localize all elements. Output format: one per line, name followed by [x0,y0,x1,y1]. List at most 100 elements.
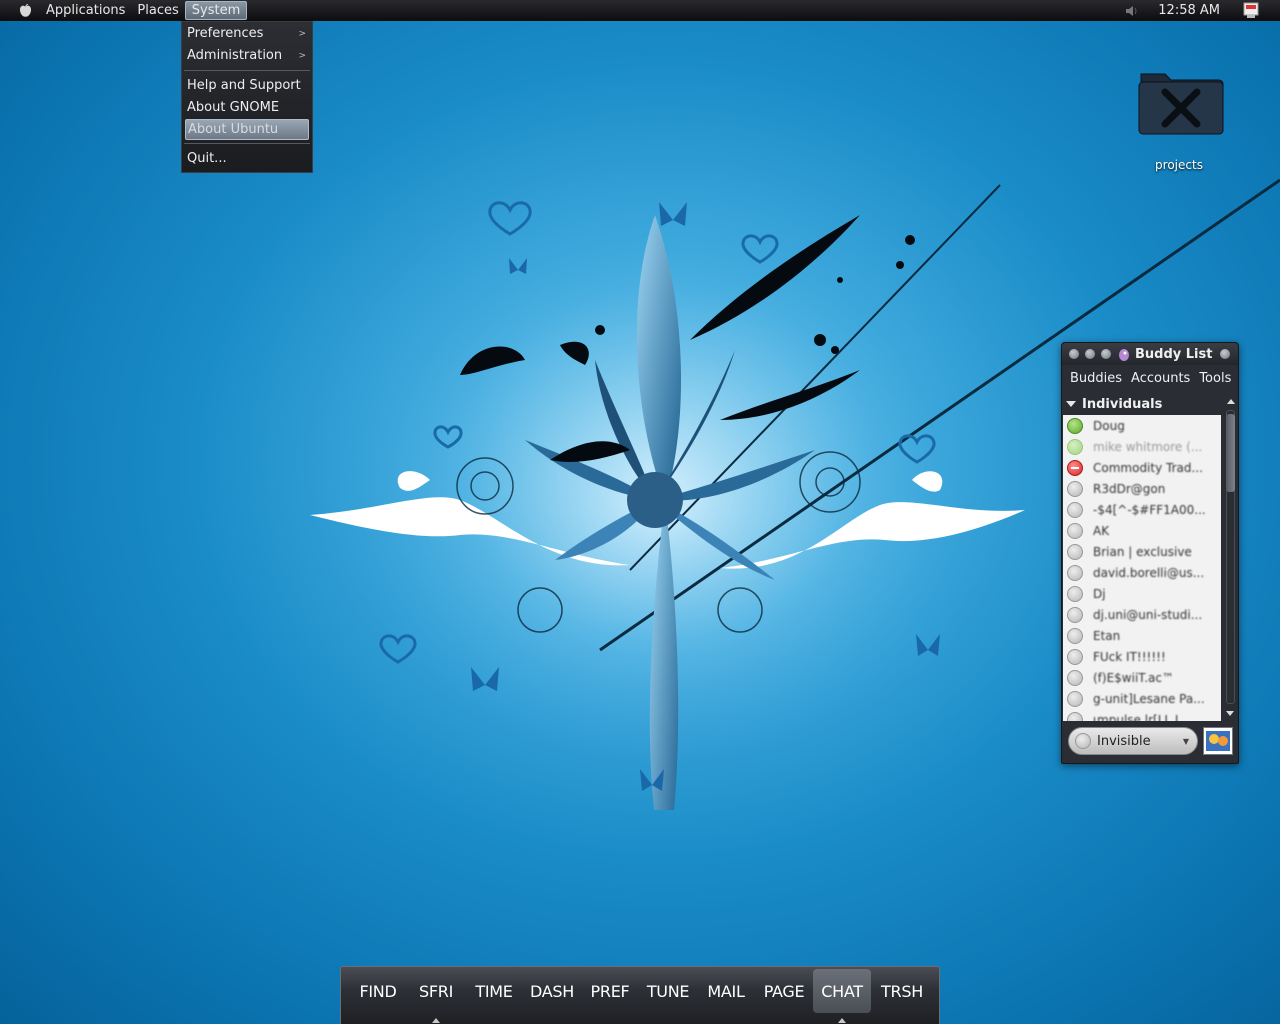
buddy-list: Doug mike whitmore (... Commodity Trad..… [1063,415,1221,721]
dock-item-sfri[interactable]: SFRI [407,969,465,1023]
status-available-icon [1067,417,1083,434]
menu-item-about-gnome[interactable]: About GNOME [182,97,312,119]
avatar-icon [1206,731,1230,751]
system-menu: Preferences > Administration > Help and … [181,21,313,173]
dock-item-pref[interactable]: PREF [581,969,639,1013]
dock: FIND SFRI TIME DASH PREF TUNE MAIL PAGE … [340,966,940,1024]
close-button[interactable] [1220,349,1230,359]
buddy-row[interactable]: FUck IT!!!!!! [1063,646,1221,667]
dock-item-chat[interactable]: CHAT [813,969,871,1023]
menu-places[interactable]: Places [131,2,184,19]
buddy-row[interactable]: (f)E$wiiT.ac™ [1063,667,1221,688]
menu-system[interactable]: System [184,1,248,20]
user-switch-icon[interactable] [1242,2,1260,20]
scroll-thumb[interactable] [1226,414,1235,492]
dock-item-dash[interactable]: DASH [523,969,581,1013]
menu-applications[interactable]: Applications [40,2,131,19]
buddy-row[interactable]: dj.uni@uni-studi... [1063,604,1221,625]
title-bar[interactable]: Buddy List [1062,343,1238,365]
buddy-name: Brian | exclusive [1093,544,1192,559]
menu-separator [184,143,310,144]
ubuntu-logo-icon[interactable] [16,2,34,20]
buddy-row[interactable]: -$4[^-$#FF1A00... [1063,499,1221,520]
pidgin-icon [1119,349,1129,361]
clock[interactable]: 12:58 AM [1158,3,1220,18]
status-offline-icon [1067,501,1083,518]
buddy-row[interactable]: Dj [1063,583,1221,604]
buddy-row[interactable]: Commodity Trad... [1063,457,1221,478]
buddy-row[interactable]: Etan [1063,625,1221,646]
dock-item-time[interactable]: TIME [465,969,523,1013]
dock-item-trsh[interactable]: TRSH [871,969,933,1013]
buddy-name: Etan [1093,628,1121,643]
menu-buddies[interactable]: Buddies [1070,371,1122,386]
buddy-name: g-unit]Lesane Pa... [1093,691,1205,706]
desktop-icon-projects[interactable]: projects [1136,66,1226,172]
status-busy-icon [1067,459,1083,476]
scroll-up-arrow-icon[interactable] [1226,399,1235,404]
buddy-row[interactable]: david.borelli@us... [1063,562,1221,583]
menu-item-about-ubuntu[interactable]: About Ubuntu [185,119,309,140]
status-offline-icon [1067,648,1083,665]
expand-triangle-icon[interactable] [1066,401,1076,407]
buddy-row[interactable]: AK [1063,520,1221,541]
menu-item-quit[interactable]: Quit... [182,148,312,170]
dock-item-find[interactable]: FIND [349,969,407,1013]
buddy-name: R3dDr@gon [1093,481,1166,496]
buddy-row[interactable]: mike whitmore (... [1063,436,1221,457]
volume-icon[interactable] [1124,4,1140,18]
buddy-name: -$4[^-$#FF1A00... [1093,502,1206,517]
chevron-down-icon: ▼ [1182,736,1189,746]
buddy-list-scrollbar[interactable] [1223,394,1238,721]
menu-item-preferences[interactable]: Preferences > [182,23,312,45]
status-offline-icon [1067,627,1083,644]
buddy-row[interactable]: Doug [1063,415,1221,436]
menu-item-help-and-support[interactable]: Help and Support [182,75,312,97]
scroll-down-arrow-icon[interactable] [1226,711,1234,716]
group-header-individuals[interactable]: Individuals [1063,394,1222,414]
buddy-row[interactable]: ιmpulse lr[LL.L [1063,709,1221,721]
status-offline-icon [1067,543,1083,560]
top-panel: Applications Places System 12:58 AM [0,0,1280,21]
buddy-row[interactable]: Brian | exclusive [1063,541,1221,562]
tools-folder-icon [1138,73,1224,135]
menu-item-administration[interactable]: Administration > [182,45,312,67]
desktop-icon-label: projects [1155,158,1203,172]
dock-item-page[interactable]: PAGE [755,969,813,1013]
buddy-name: ιmpulse lr[LL.L [1093,712,1182,722]
dock-item-mail[interactable]: MAIL [697,969,755,1013]
status-selector[interactable]: Invisible ▼ [1068,727,1198,755]
maximize-button[interactable] [1101,349,1111,359]
menu-bar: Buddies Accounts Tools [1062,365,1238,391]
dock-item-tune[interactable]: TUNE [639,969,697,1013]
dock-item-label: DASH [530,981,574,1001]
dock-item-label: TRSH [881,981,923,1001]
status-offline-icon [1067,522,1083,539]
group-label: Individuals [1082,396,1163,412]
submenu-arrow-icon: > [298,29,306,39]
buddy-name: FUck IT!!!!!! [1093,649,1166,664]
dock-item-label: FIND [359,981,397,1001]
buddy-name: AK [1093,523,1110,538]
running-indicator-icon [838,1018,846,1023]
buddy-row[interactable]: g-unit]Lesane Pa... [1063,688,1221,709]
window-menu-button[interactable] [1069,349,1079,359]
menu-separator [184,70,310,71]
status-invisible-icon [1075,733,1091,749]
buddy-name: david.borelli@us... [1093,565,1205,580]
minimize-button[interactable] [1085,349,1095,359]
menu-accounts[interactable]: Accounts [1131,371,1190,386]
buddy-icon-button[interactable] [1203,727,1233,755]
status-selector-label: Invisible [1097,733,1151,749]
status-offline-icon [1067,606,1083,623]
menu-tools[interactable]: Tools [1199,371,1231,386]
buddy-name: dj.uni@uni-studi... [1093,607,1203,622]
status-offline-icon [1067,585,1083,602]
buddy-name: mike whitmore (... [1093,439,1203,454]
status-offline-icon [1067,669,1083,686]
buddy-row[interactable]: R3dDr@gon [1063,478,1221,499]
dock-item-label: PREF [590,981,630,1001]
window-title: Buddy List [1135,346,1213,362]
dock-item-label: SFRI [419,981,453,1001]
buddy-name: Dj [1093,586,1106,601]
